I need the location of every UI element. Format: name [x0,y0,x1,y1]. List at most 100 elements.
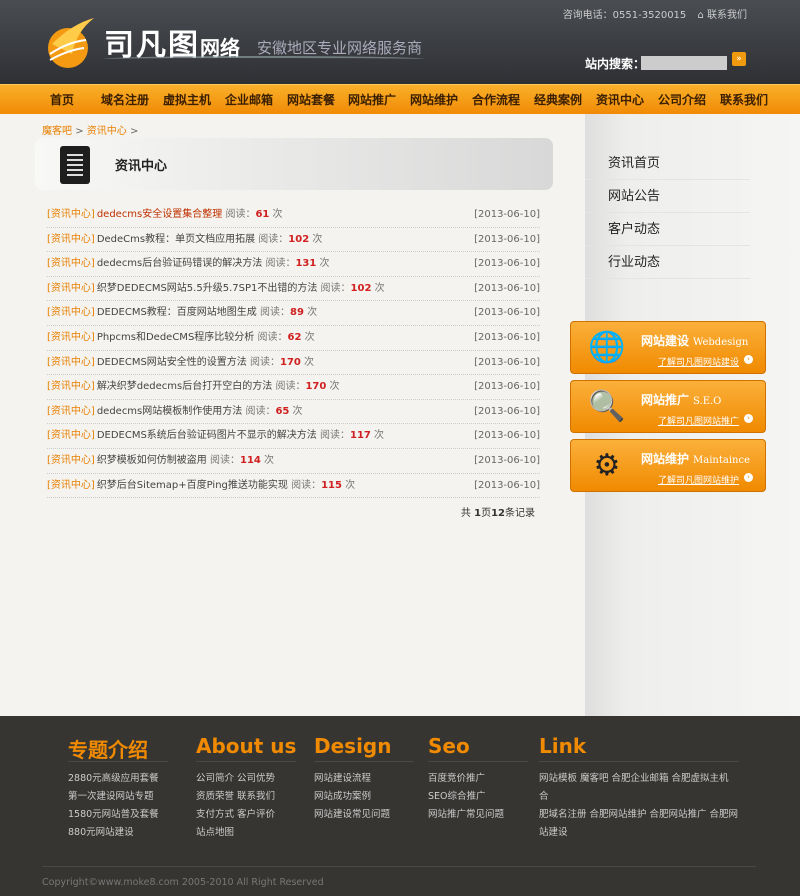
magnifier-plus-icon: 🔍 [588,389,626,424]
article-category[interactable]: [资讯中心] [47,357,95,368]
nav-item[interactable]: 合作流程 [472,85,520,115]
footer-link[interactable]: 肥域名注册 合肥网站维护 合肥网站推广 合肥网 [539,806,739,824]
read-count: 61 [255,209,270,220]
article-category[interactable]: [资讯中心] [47,332,95,343]
read-count-unit: 次 [301,331,315,343]
nav-item[interactable]: 域名注册 [101,85,149,115]
article-date: [2013-06-10] [474,307,540,319]
read-count-unit: 次 [341,479,356,491]
panel-header: 资讯中心 [35,138,553,190]
pager-prefix: 共 [460,508,471,519]
footer-link[interactable]: SEO综合推广 [428,788,528,806]
arrow-right-icon: › [744,414,753,423]
top-links: 咨询电话：0551-3520015 ⌂ 联系我们 [563,6,747,21]
article-title-link[interactable]: DEDECMS网站安全性的设置方法 [97,357,247,368]
search-button[interactable]: » [732,52,746,66]
article-title-link[interactable]: Phpcms和DedeCMS程序比较分析 [97,332,254,343]
sidebar-item[interactable]: 网站公告 [585,180,750,213]
article-title-link[interactable]: dedecms后台验证码错误的解决方法 [97,258,262,269]
footer-link[interactable]: 880元网站建设 [68,824,168,842]
article-title-link[interactable]: 解决织梦dedecms后台打开空白的方法 [97,381,272,392]
breadcrumb-current[interactable]: 资讯中心 [87,126,127,137]
nav-item[interactable]: 公司介绍 [658,85,706,115]
footer-link[interactable]: 网站建设流程 [314,770,414,788]
footer-link[interactable]: 公司简介 公司优势 [196,770,296,788]
footer-link[interactable]: 第一次建设网站专题 [68,788,168,806]
footer-links: 网站建设流程 网站成功案例 网站建设常见问题 [314,770,414,824]
promo-title-text: 网站维护 [641,452,690,466]
search-input[interactable] [641,56,727,70]
promo-banner[interactable]: 🌐 网站建设 Webdesign 了解司凡图网站建设 › [570,321,766,374]
footer-link[interactable]: 支付方式 客户评价 [196,806,296,824]
footer-link[interactable]: 网站建设常见问题 [314,806,414,824]
article-category[interactable]: [资讯中心] [47,430,95,441]
article-category[interactable]: [资讯中心] [47,258,95,269]
footer-links: 百度竞价推广 SEO综合推广 网站推广常见问题 [428,770,528,824]
nav-item[interactable]: 资讯中心 [596,85,644,115]
article-date: [2013-06-10] [474,209,540,220]
article-category[interactable]: [资讯中心] [47,406,95,417]
sidebar-item[interactable]: 客户动态 [585,213,750,246]
contact-link[interactable]: ⌂ 联系我们 [697,10,747,21]
promo-title-text: 网站建设 [641,334,690,348]
nav-item[interactable]: 联系我们 [720,85,768,115]
article-category[interactable]: [资讯中心] [47,455,95,466]
list-item: [资讯中心] 织梦DEDECMS网站5.5升级5.7SP1不出错的方法 阅读：10… [47,277,540,302]
article-title-link[interactable]: 织梦模板如何仿制被盗用 [97,455,207,466]
article-category[interactable]: [资讯中心] [47,480,95,491]
article-category[interactable]: [资讯中心] [47,283,95,294]
footer-link[interactable]: 站点地图 [196,824,296,842]
footer-link[interactable]: 资质荣誉 联系我们 [196,788,296,806]
nav-item[interactable]: 首页 [50,85,74,115]
article-date: [2013-06-10] [474,233,540,245]
article-category[interactable]: [资讯中心] [47,307,95,318]
promo-banner[interactable]: ⚙ 网站维护 Maintaince 了解司凡图网站维护 › [570,439,766,492]
article-category[interactable]: [资讯中心] [47,209,95,220]
footer-link[interactable]: 网站模板 魔客吧 合肥企业邮箱 合肥虚拟主机 合 [539,770,739,806]
article-date: [2013-06-10] [474,479,540,491]
read-count-label: 阅读： [262,258,296,270]
article-title-link[interactable]: DEDECMS系统后台验证码图片不显示的解决方法 [97,430,317,441]
footer-column: 专题介绍 2880元高级应用套餐 第一次建设网站专题 1580元网站普及套餐 880元网… [68,734,168,842]
promo-link[interactable]: 了解司凡图网站建设 [658,355,739,368]
article-title-link[interactable]: DEDECMS教程：百度网站地图生成 [97,307,257,318]
sidebar-item[interactable]: 资讯首页 [585,147,750,180]
promo-link[interactable]: 了解司凡图网站推广 [658,414,739,427]
promo-banner[interactable]: 🔍 网站推广 S.E.O 了解司凡图网站推广 › [570,380,766,433]
article-title-link[interactable]: DedeCms教程：单页文档应用拓展 [97,234,255,245]
footer-link[interactable]: 百度竞价推广 [428,770,528,788]
nav-item[interactable]: 经典案例 [534,85,582,115]
phone-text: 咨询电话：0551-3520015 [562,10,687,21]
promo-title-en: S.E.O [693,396,722,407]
promo-link[interactable]: 了解司凡图网站维护 [658,473,739,486]
article-category[interactable]: [资讯中心] [47,381,95,392]
article-title-link[interactable]: dedecms网站模板制作使用方法 [97,406,242,417]
footer-link[interactable]: 2880元高级应用套餐 [68,770,168,788]
sidebar-item[interactable]: 行业动态 [585,246,750,279]
logo-swoosh [104,56,424,62]
article-title-link[interactable]: 织梦后台Sitemap+百度Ping推送功能实现 [97,480,288,491]
footer-column: Link 网站模板 魔客吧 合肥企业邮箱 合肥虚拟主机 合肥域名注册 合肥网站维护… [539,734,739,842]
breadcrumb-home[interactable]: 魔客吧 [42,126,72,137]
footer-link[interactable]: 站建设 [539,824,739,842]
read-count: 65 [275,405,290,417]
read-count-label: 阅读： [246,356,280,368]
article-title-link[interactable]: 织梦DEDECMS网站5.5升级5.7SP1不出错的方法 [97,283,318,294]
nav-item[interactable]: 网站推广 [348,85,396,115]
footer-links: 网站模板 魔客吧 合肥企业邮箱 合肥虚拟主机 合肥域名注册 合肥网站维护 合肥网… [539,770,739,842]
nav-item[interactable]: 网站套餐 [287,85,335,115]
article-title-link[interactable]: dedecms安全设置集合整理 [97,209,222,220]
nav-item[interactable]: 企业邮箱 [225,85,273,115]
list-item: [资讯中心] 织梦模板如何仿制被盗用 阅读：114 次 [2013-06-10] [47,449,540,474]
read-count-label: 阅读： [316,430,350,442]
article-category[interactable]: [资讯中心] [47,234,95,245]
nav-item[interactable]: 虚拟主机 [163,85,211,115]
read-count-label: 阅读： [254,331,288,343]
footer-link[interactable]: 网站推广常见问题 [428,806,528,824]
footer-link[interactable]: 网站成功案例 [314,788,414,806]
footer-link[interactable]: 1580元网站普及套餐 [68,806,168,824]
nav-item[interactable]: 网站维护 [410,85,458,115]
list-item: [资讯中心] dedecms网站模板制作使用方法 阅读：65 次 [2013-06-… [47,400,540,425]
footer-links: 公司简介 公司优势 资质荣誉 联系我们 支付方式 客户评价 站点地图 [196,770,296,842]
read-count: 170 [280,356,301,368]
